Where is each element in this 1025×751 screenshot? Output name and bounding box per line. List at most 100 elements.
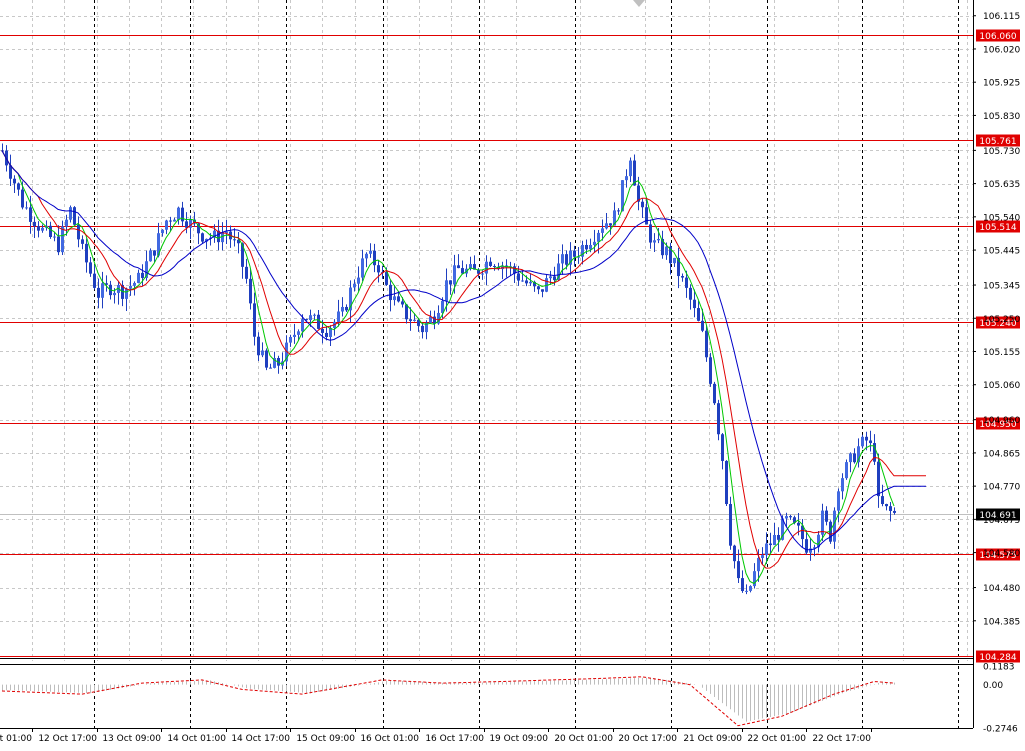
candle-body: [601, 228, 604, 233]
candle-body: [141, 272, 144, 278]
candle-body: [625, 176, 628, 181]
y-tick-label: 104.770: [983, 483, 1020, 493]
candle-body: [773, 534, 776, 546]
candle-body: [729, 504, 732, 546]
candle-body: [173, 219, 176, 222]
candle-body: [493, 265, 496, 267]
candle-body: [849, 453, 852, 463]
level-price-label: 105.514: [979, 223, 1016, 233]
candle-body: [689, 287, 692, 300]
x-tick-label: 16 Oct 01:00: [360, 734, 419, 744]
candle-body: [337, 311, 340, 322]
candle-body: [317, 314, 320, 329]
candle-body: [517, 273, 520, 281]
candle-body: [177, 207, 180, 220]
candle-body: [697, 308, 700, 321]
y-tick-label: 104.675: [983, 516, 1020, 526]
candle-body: [309, 315, 312, 321]
candle-body: [645, 207, 648, 225]
candle-body: [77, 224, 80, 240]
candle-body: [361, 258, 364, 278]
candle-body: [37, 226, 40, 231]
candle-body: [665, 246, 668, 256]
candle-body: [733, 545, 736, 562]
candle-body: [65, 219, 68, 227]
candle-body: [53, 236, 56, 238]
x-tick-label: 20 Oct 17:00: [618, 734, 677, 744]
candle-body: [201, 233, 204, 242]
candle-body: [485, 261, 488, 274]
y-tick-label: 105.445: [983, 247, 1020, 257]
candle-body: [125, 288, 128, 299]
candle-body: [169, 220, 172, 222]
candle-body: [85, 243, 88, 263]
candle-body: [877, 461, 880, 497]
candle-body: [245, 266, 248, 279]
candle-body: [769, 543, 772, 546]
candle-body: [705, 330, 708, 358]
x-tick-label: 15 Oct 09:00: [296, 734, 355, 744]
candle-body: [749, 586, 752, 591]
candle-body: [797, 522, 800, 526]
x-tick-label: 19 Oct 09:00: [489, 734, 548, 744]
candle-body: [513, 266, 516, 274]
x-tick-label: 21 Oct 09:00: [683, 734, 742, 744]
candle-body: [725, 460, 728, 505]
y-tick-label: 104.960: [983, 416, 1020, 426]
y-tick-label: 106.020: [983, 45, 1020, 55]
candle-body: [57, 236, 60, 253]
candle-body: [605, 223, 608, 229]
candle-body: [597, 232, 600, 242]
y-tick-label: 105.635: [983, 180, 1020, 190]
y-tick-label: 105.250: [983, 315, 1020, 325]
candle-body: [589, 244, 592, 250]
candle-body: [25, 207, 28, 209]
candle-body: [93, 273, 96, 288]
candle-body: [525, 280, 528, 284]
candle-body: [313, 314, 316, 316]
candle-body: [301, 319, 304, 332]
candle-body: [373, 250, 376, 266]
oscillator-y-tick-label: 0.00: [983, 681, 1003, 691]
candle-body: [377, 265, 380, 273]
x-tick-label: 22 Oct 17:00: [812, 734, 871, 744]
candle-body: [721, 434, 724, 461]
candle-body: [865, 436, 868, 441]
candle-body: [133, 282, 136, 286]
candle-body: [433, 316, 436, 324]
candle-body: [593, 241, 596, 245]
candle-body: [837, 491, 840, 511]
candle-body: [673, 257, 676, 264]
candle-body: [737, 561, 740, 579]
chart-background: [0, 0, 1025, 751]
candle-body: [221, 233, 224, 243]
candle-body: [49, 225, 52, 237]
candle-body: [69, 207, 72, 220]
candle-body: [249, 278, 252, 304]
candle-body: [889, 506, 892, 511]
x-tick-label: 16 Oct 17:00: [425, 734, 484, 744]
candle-body: [325, 332, 328, 337]
candle-body: [89, 262, 92, 274]
candle-body: [257, 336, 260, 356]
candle-body: [165, 220, 168, 230]
candle-body: [893, 510, 896, 513]
candle-body: [757, 558, 760, 572]
candle-body: [777, 534, 780, 540]
candle-body: [353, 283, 356, 288]
candle-body: [521, 280, 524, 282]
candle-body: [549, 276, 552, 279]
candle-body: [761, 555, 764, 559]
candle-body: [853, 453, 856, 463]
y-tick-label: 105.345: [983, 282, 1020, 292]
y-tick-label: 105.060: [983, 381, 1020, 391]
candle-body: [293, 334, 296, 337]
candle-body: [445, 280, 448, 301]
y-tick-label: 104.580: [983, 549, 1020, 559]
candle-body: [541, 289, 544, 292]
x-tick-label: 14 Oct 01:00: [167, 734, 226, 744]
candle-body: [73, 207, 76, 225]
candle-body: [561, 254, 564, 264]
candle-body: [13, 178, 16, 184]
candle-body: [161, 229, 164, 234]
